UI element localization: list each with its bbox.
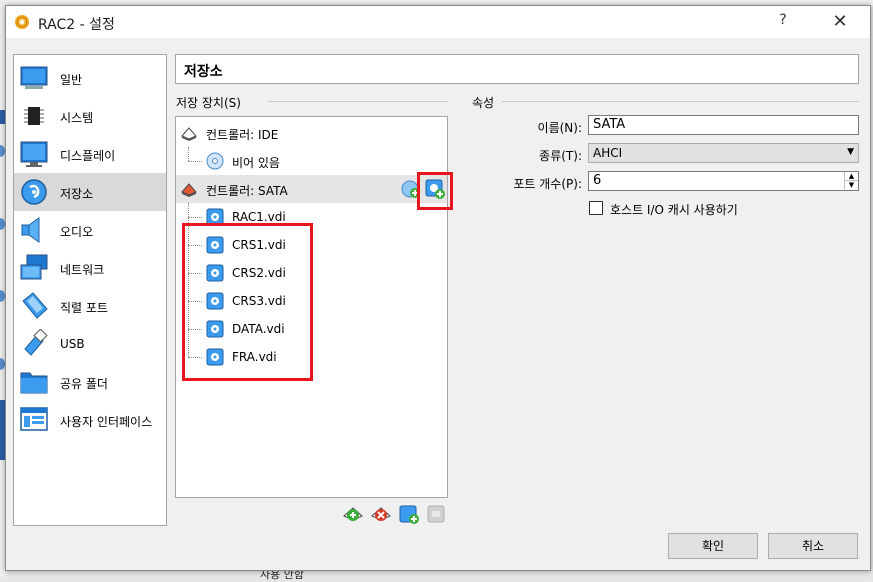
spinbox-buttons: ▲ ▼ — [844, 172, 858, 190]
tree-item-label: 비어 있음 — [232, 156, 280, 170]
virtualbox-gear-icon — [15, 15, 29, 29]
nav-item-system[interactable]: 시스템 — [14, 97, 166, 135]
nav-item-network[interactable]: 네트워크 — [14, 249, 166, 287]
add-controller-icon[interactable] — [342, 503, 364, 525]
nav-item-general[interactable]: 일반 — [14, 59, 166, 97]
storage-tree[interactable]: 컨트롤러: IDE 비어 있음 컨트롤러: SATA RAC1.vdi CRS1… — [175, 116, 453, 498]
nav-label: 공유 폴더 — [60, 377, 108, 391]
nav-item-audio[interactable]: 오디오 — [14, 211, 166, 249]
add-attachment-icon[interactable] — [398, 503, 420, 525]
port-count-value: 6 — [593, 173, 602, 188]
page-title: 저장소 — [175, 54, 859, 84]
display-icon — [20, 141, 48, 167]
type-label: 종류(T): — [539, 149, 582, 163]
nav-label: 디스플레이 — [60, 149, 116, 163]
nav-label: 저장소 — [60, 187, 94, 201]
port-count-label: 포트 개수(P): — [513, 177, 582, 191]
sata-controller-icon — [181, 183, 197, 197]
nav-item-serial-ports[interactable]: 직렬 포트 — [14, 287, 166, 325]
highlight-new-disks-box — [182, 223, 313, 381]
controller-name-input[interactable]: SATA — [588, 115, 859, 135]
tree-controller-ide[interactable]: 컨트롤러: IDE — [176, 119, 447, 147]
storage-disk-icon — [21, 179, 47, 205]
tree-item-label: RAC1.vdi — [232, 210, 286, 224]
nav-label: 사용자 인터페이스 — [60, 415, 153, 429]
cancel-button[interactable]: 취소 — [768, 533, 858, 559]
nav-item-storage[interactable]: 저장소 — [14, 173, 166, 211]
tree-item-label: 컨트롤러: IDE — [206, 128, 279, 142]
usb-icon — [24, 329, 48, 356]
network-icon — [20, 254, 48, 280]
port-count-spinbox[interactable]: 6 ▲ ▼ — [588, 171, 859, 191]
storage-toolbar — [342, 503, 448, 525]
nav-label: 일반 — [60, 73, 83, 87]
name-label: 이름(N): — [537, 121, 582, 135]
general-icon — [20, 66, 48, 89]
optical-disc-icon — [206, 152, 224, 170]
system-chip-icon — [24, 107, 44, 125]
close-button[interactable]: ✕ — [820, 10, 860, 34]
nav-label: 네트워크 — [60, 263, 105, 277]
spin-down-icon[interactable]: ▼ — [845, 181, 858, 190]
nav-label: USB — [60, 337, 85, 351]
nav-item-shared-folders[interactable]: 공유 폴더 — [14, 363, 166, 401]
ok-button[interactable]: 확인 — [668, 533, 758, 559]
storage-devices-label: 저장 장치(S) — [176, 96, 241, 110]
user-interface-icon — [20, 407, 48, 431]
ide-controller-icon — [181, 127, 197, 141]
attributes-group-separator — [502, 101, 859, 102]
chevron-down-icon: ▼ — [847, 147, 854, 157]
nav-label: 오디오 — [60, 225, 94, 239]
nav-item-user-interface[interactable]: 사용자 인터페이스 — [14, 401, 166, 439]
spin-up-icon[interactable]: ▲ — [845, 172, 858, 181]
tree-item-label: 컨트롤러: SATA — [206, 184, 288, 198]
settings-nav-list: 일반 시스템 디스플레이 저장소 오디오 네트워크 직렬 포트 USB 공유 폴… — [13, 54, 167, 526]
settings-dialog: RAC2 - 설정 ? ✕ 일반 시스템 디스플레이 저장소 오디오 네트워크 … — [5, 5, 871, 571]
nav-label: 시스템 — [60, 111, 94, 125]
tree-item-empty-optical[interactable]: 비어 있음 — [176, 147, 447, 175]
remove-attachment-icon-disabled[interactable] — [426, 503, 448, 525]
remove-controller-icon[interactable] — [370, 503, 392, 525]
title-bar: RAC2 - 설정 ? ✕ — [6, 6, 870, 38]
host-io-cache-checkbox[interactable] — [589, 201, 603, 215]
storage-group-separator — [268, 101, 448, 102]
nav-label: 직렬 포트 — [60, 301, 108, 315]
attributes-label: 속성 — [472, 96, 495, 110]
nav-item-usb[interactable]: USB — [14, 325, 166, 363]
shared-folder-icon — [20, 372, 48, 394]
audio-speaker-icon — [21, 217, 40, 243]
controller-type-select[interactable]: AHCI ▼ — [588, 143, 859, 163]
host-io-cache-label: 호스트 I/O 캐시 사용하기 — [610, 203, 738, 217]
help-button[interactable]: ? — [768, 12, 798, 32]
window-title: RAC2 - 설정 — [38, 17, 115, 33]
tree-controller-sata[interactable]: 컨트롤러: SATA — [176, 175, 447, 203]
controller-type-value: AHCI — [593, 146, 623, 160]
serial-port-icon — [22, 292, 48, 319]
nav-item-display[interactable]: 디스플레이 — [14, 135, 166, 173]
